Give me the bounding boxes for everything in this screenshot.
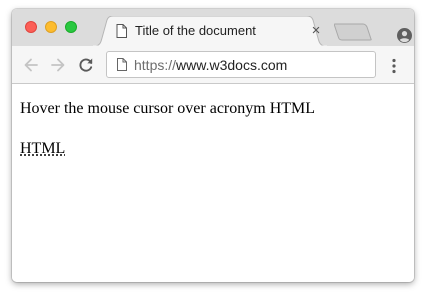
close-window-button[interactable] — [25, 21, 37, 33]
tab-title: Title of the document — [135, 23, 256, 38]
instruction-paragraph: Hover the mouse cursor over acronym HTML — [20, 100, 316, 117]
new-tab-button[interactable] — [334, 23, 372, 41]
document-icon — [116, 24, 127, 38]
forward-arrow-icon[interactable] — [49, 56, 67, 74]
url-host: www.w3docs.com — [176, 57, 288, 73]
browser-toolbar: https://www.w3docs.com — [12, 46, 414, 84]
zoom-window-button[interactable] — [65, 21, 77, 33]
tab-close-icon[interactable]: × — [308, 23, 324, 39]
html-abbreviation[interactable]: HTML — [20, 140, 65, 158]
minimize-window-button[interactable] — [45, 21, 57, 33]
back-arrow-icon[interactable] — [22, 56, 40, 74]
tab-strip: Title of the document × — [12, 9, 414, 47]
profile-icon[interactable] — [397, 28, 412, 43]
url-scheme: https:// — [134, 57, 177, 73]
reload-icon[interactable] — [77, 56, 95, 74]
url-text[interactable]: https://www.w3docs.com — [134, 57, 287, 73]
page-icon — [117, 58, 127, 71]
address-bar[interactable]: https://www.w3docs.com — [106, 51, 376, 78]
menu-dots-icon[interactable] — [390, 58, 398, 74]
page-content: Hover the mouse cursor over acronym HTML… — [12, 84, 414, 282]
browser-window: Title of the document × https://www.w3do… — [12, 9, 414, 282]
